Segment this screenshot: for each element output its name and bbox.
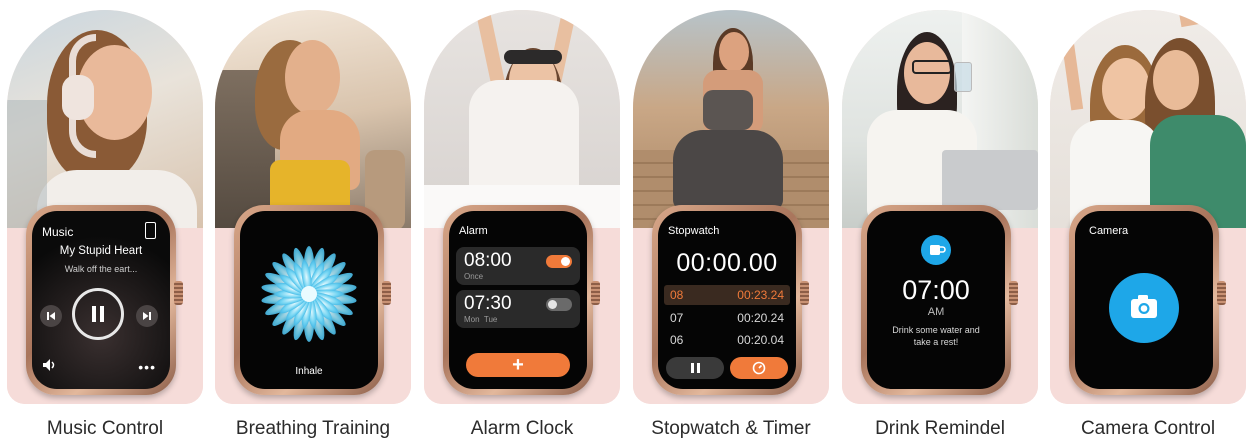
- caption-camera: Camera Control: [1080, 418, 1216, 439]
- camera-icon: [1131, 295, 1157, 318]
- stopwatch-time: 00:00.00: [676, 249, 778, 277]
- alarm-item-1[interactable]: 08:00 Once: [456, 247, 580, 285]
- watch-crown[interactable]: [1009, 281, 1018, 305]
- breathing-label: Inhale: [295, 366, 323, 377]
- cup-icon: [921, 235, 951, 265]
- pause-icon: [691, 363, 700, 373]
- caption-breathing: Breathing Training: [235, 418, 391, 439]
- caption-alarm: Alarm Clock: [470, 418, 574, 439]
- song-artist: Walk off the eart...: [64, 264, 138, 274]
- photo-camera: [1050, 10, 1246, 230]
- flower-icon: [261, 246, 357, 342]
- song-title: My Stupid Heart: [59, 245, 143, 257]
- watch-crown[interactable]: [174, 281, 183, 305]
- card-stopwatch-timer: Stopwatch 00:00.00 08 00:23.24 07 00:20.…: [633, 10, 829, 439]
- lap-num-3: 06: [670, 333, 684, 347]
- music-title: Music: [42, 225, 74, 239]
- timer-icon: [752, 361, 766, 375]
- more-icon[interactable]: •••: [138, 359, 156, 375]
- watch-drink: 07:00 AM Drink some water and take a res…: [861, 205, 1019, 395]
- watch-crown[interactable]: [382, 281, 391, 305]
- lap-time-3: 00:20.04: [737, 333, 784, 347]
- card-breathing-training: Inhale Breathing Training: [215, 10, 411, 439]
- next-icon: [143, 312, 151, 320]
- alarm-time-2: 07:30: [464, 293, 512, 314]
- alarm-sub-2: Mon Tue: [464, 315, 498, 324]
- pause-button[interactable]: [666, 357, 724, 379]
- lap-row-3: 06 00:20.04: [664, 330, 790, 350]
- add-alarm-button[interactable]: +: [466, 353, 570, 377]
- photo-stopwatch: [633, 10, 829, 230]
- photo-drink: [842, 10, 1038, 230]
- watch-music: Music My Stupid Heart Walk off the eart.…: [26, 205, 184, 395]
- drink-message-2: take a rest!: [913, 337, 959, 347]
- prev-icon: [47, 312, 55, 320]
- photo-music: [7, 10, 203, 240]
- photo-breathing: [215, 10, 411, 230]
- caption-drink: Drink Remindel: [875, 418, 1005, 439]
- drink-message-1: Drink some water and: [892, 325, 980, 335]
- next-button[interactable]: [136, 305, 158, 327]
- card-music-control: Music My Stupid Heart Walk off the eart.…: [7, 10, 203, 439]
- camera-title: Camera: [1089, 225, 1129, 237]
- lap-row-2: 07 00:20.24: [664, 308, 790, 328]
- drink-time: 07:00: [902, 275, 970, 305]
- watch-crown[interactable]: [1217, 281, 1226, 305]
- volume-icon[interactable]: [42, 358, 58, 372]
- pause-button[interactable]: [72, 288, 124, 340]
- photo-alarm: [424, 10, 620, 230]
- watch-alarm: Alarm 08:00 Once 07:30 Mon Tue +: [443, 205, 601, 395]
- alarm-title: Alarm: [459, 225, 488, 237]
- lap-num-2: 07: [670, 311, 684, 325]
- watch-stopwatch: Stopwatch 00:00.00 08 00:23.24 07 00:20.…: [652, 205, 810, 395]
- alarm-toggle-2[interactable]: [546, 298, 572, 311]
- watch-breathing: Inhale: [234, 205, 392, 395]
- caption-music: Music Control: [46, 418, 164, 439]
- alarm-item-2[interactable]: 07:30 Mon Tue: [456, 290, 580, 328]
- lap-button[interactable]: [730, 357, 788, 379]
- caption-stopwatch: Stopwatch & Timer: [651, 418, 811, 439]
- alarm-toggle-1[interactable]: [546, 255, 572, 268]
- lap-num-1: 08: [670, 288, 684, 302]
- phone-icon[interactable]: [145, 222, 156, 239]
- shutter-button[interactable]: [1109, 273, 1179, 343]
- alarm-sub-1: Once: [464, 272, 484, 281]
- alarm-time-1: 08:00: [464, 250, 512, 271]
- card-alarm-clock: Alarm 08:00 Once 07:30 Mon Tue + Alarm C…: [424, 10, 620, 439]
- lap-time-1: 00:23.24: [737, 288, 784, 302]
- prev-button[interactable]: [40, 305, 62, 327]
- drink-ampm: AM: [927, 306, 945, 318]
- stopwatch-title: Stopwatch: [668, 225, 720, 237]
- card-drink-reminder: 07:00 AM Drink some water and take a res…: [842, 10, 1038, 439]
- pause-icon: [92, 306, 104, 322]
- feature-cards: Music My Stupid Heart Walk off the eart.…: [0, 0, 1249, 447]
- card-camera-control: Camera Camera Control: [1050, 10, 1246, 439]
- watch-crown[interactable]: [800, 281, 809, 305]
- lap-time-2: 00:20.24: [737, 311, 784, 325]
- watch-crown[interactable]: [591, 281, 600, 305]
- lap-row-1: 08 00:23.24: [664, 285, 790, 305]
- watch-camera: Camera: [1069, 205, 1227, 395]
